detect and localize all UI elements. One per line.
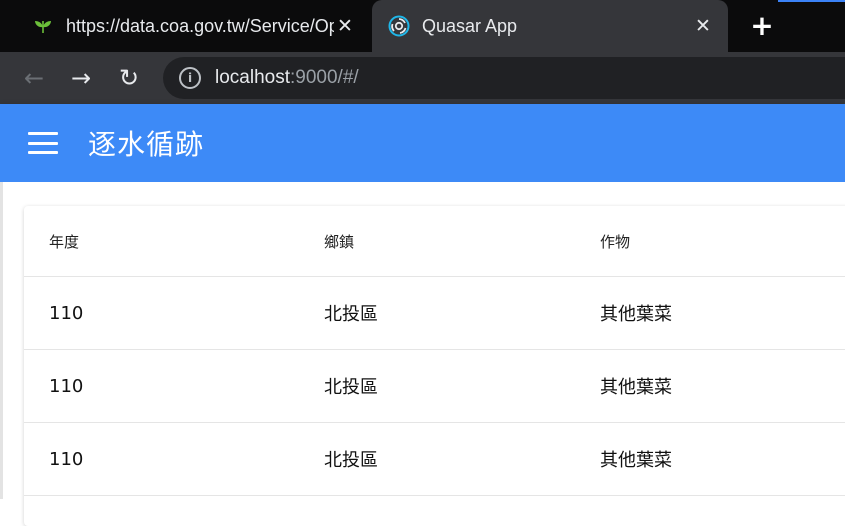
data-table: 年度 鄉鎮 作物 110 北投區 其他葉菜 110 北投區 其他葉菜 110 北… [24, 206, 845, 496]
new-tab-button[interactable]: + [748, 12, 776, 40]
column-header-township[interactable]: 鄉鎮 [324, 206, 354, 276]
cell-year: 110 [49, 448, 84, 470]
cell-township: 北投區 [324, 377, 378, 398]
table-row[interactable]: 110 北投區 其他葉菜 [24, 277, 845, 350]
back-arrow-icon[interactable]: ← [20, 64, 48, 92]
close-icon[interactable]: ✕ [334, 15, 356, 37]
table-row[interactable]: 110 北投區 其他葉菜 [24, 423, 845, 496]
reload-icon[interactable]: ↻ [115, 64, 143, 92]
cell-crop: 其他葉菜 [600, 450, 672, 471]
page-content: 年度 鄉鎮 作物 110 北投區 其他葉菜 110 北投區 其他葉菜 110 北… [0, 182, 845, 526]
data-table-card: 年度 鄉鎮 作物 110 北投區 其他葉菜 110 北投區 其他葉菜 110 北… [24, 206, 845, 526]
table-header-row: 年度 鄉鎮 作物 [24, 206, 845, 277]
browser-tab-quasar[interactable]: Quasar App ✕ [372, 0, 728, 52]
browser-tab-bar: https://data.coa.gov.tw/Service/OpenData… [0, 0, 845, 52]
url-path: :9000/#/ [290, 67, 359, 88]
cell-township: 北投區 [324, 304, 378, 325]
url-host: localhost [215, 67, 290, 88]
browser-toolbar: ← → ↻ i localhost:9000/#/ [0, 52, 845, 104]
column-header-crop[interactable]: 作物 [600, 206, 630, 276]
app-header: 逐水循跡 [0, 104, 845, 182]
tab-bar-accent [778, 0, 845, 2]
forward-arrow-icon[interactable]: → [67, 64, 95, 92]
cell-crop: 其他葉菜 [600, 377, 672, 398]
menu-icon[interactable] [28, 132, 58, 154]
tab-title: https://data.coa.gov.tw/Service/OpenData… [66, 15, 334, 36]
url-text[interactable]: localhost:9000/#/ [215, 67, 359, 89]
cell-year: 110 [49, 375, 84, 397]
info-icon[interactable]: i [179, 67, 201, 89]
browser-tab-coa[interactable]: https://data.coa.gov.tw/Service/OpenData… [0, 0, 370, 52]
quasar-icon [388, 15, 410, 37]
address-bar[interactable]: i localhost:9000/#/ [163, 57, 845, 99]
tab-title: Quasar App [422, 15, 518, 36]
app-title: 逐水循跡 [88, 128, 205, 161]
column-header-year[interactable]: 年度 [49, 206, 79, 276]
cell-township: 北投區 [324, 450, 378, 471]
table-row[interactable]: 110 北投區 其他葉菜 [24, 350, 845, 423]
drawer-edge [0, 182, 3, 499]
close-icon[interactable]: ✕ [692, 15, 714, 37]
cell-year: 110 [49, 302, 84, 324]
cell-crop: 其他葉菜 [600, 304, 672, 325]
leaf-icon [32, 15, 54, 37]
